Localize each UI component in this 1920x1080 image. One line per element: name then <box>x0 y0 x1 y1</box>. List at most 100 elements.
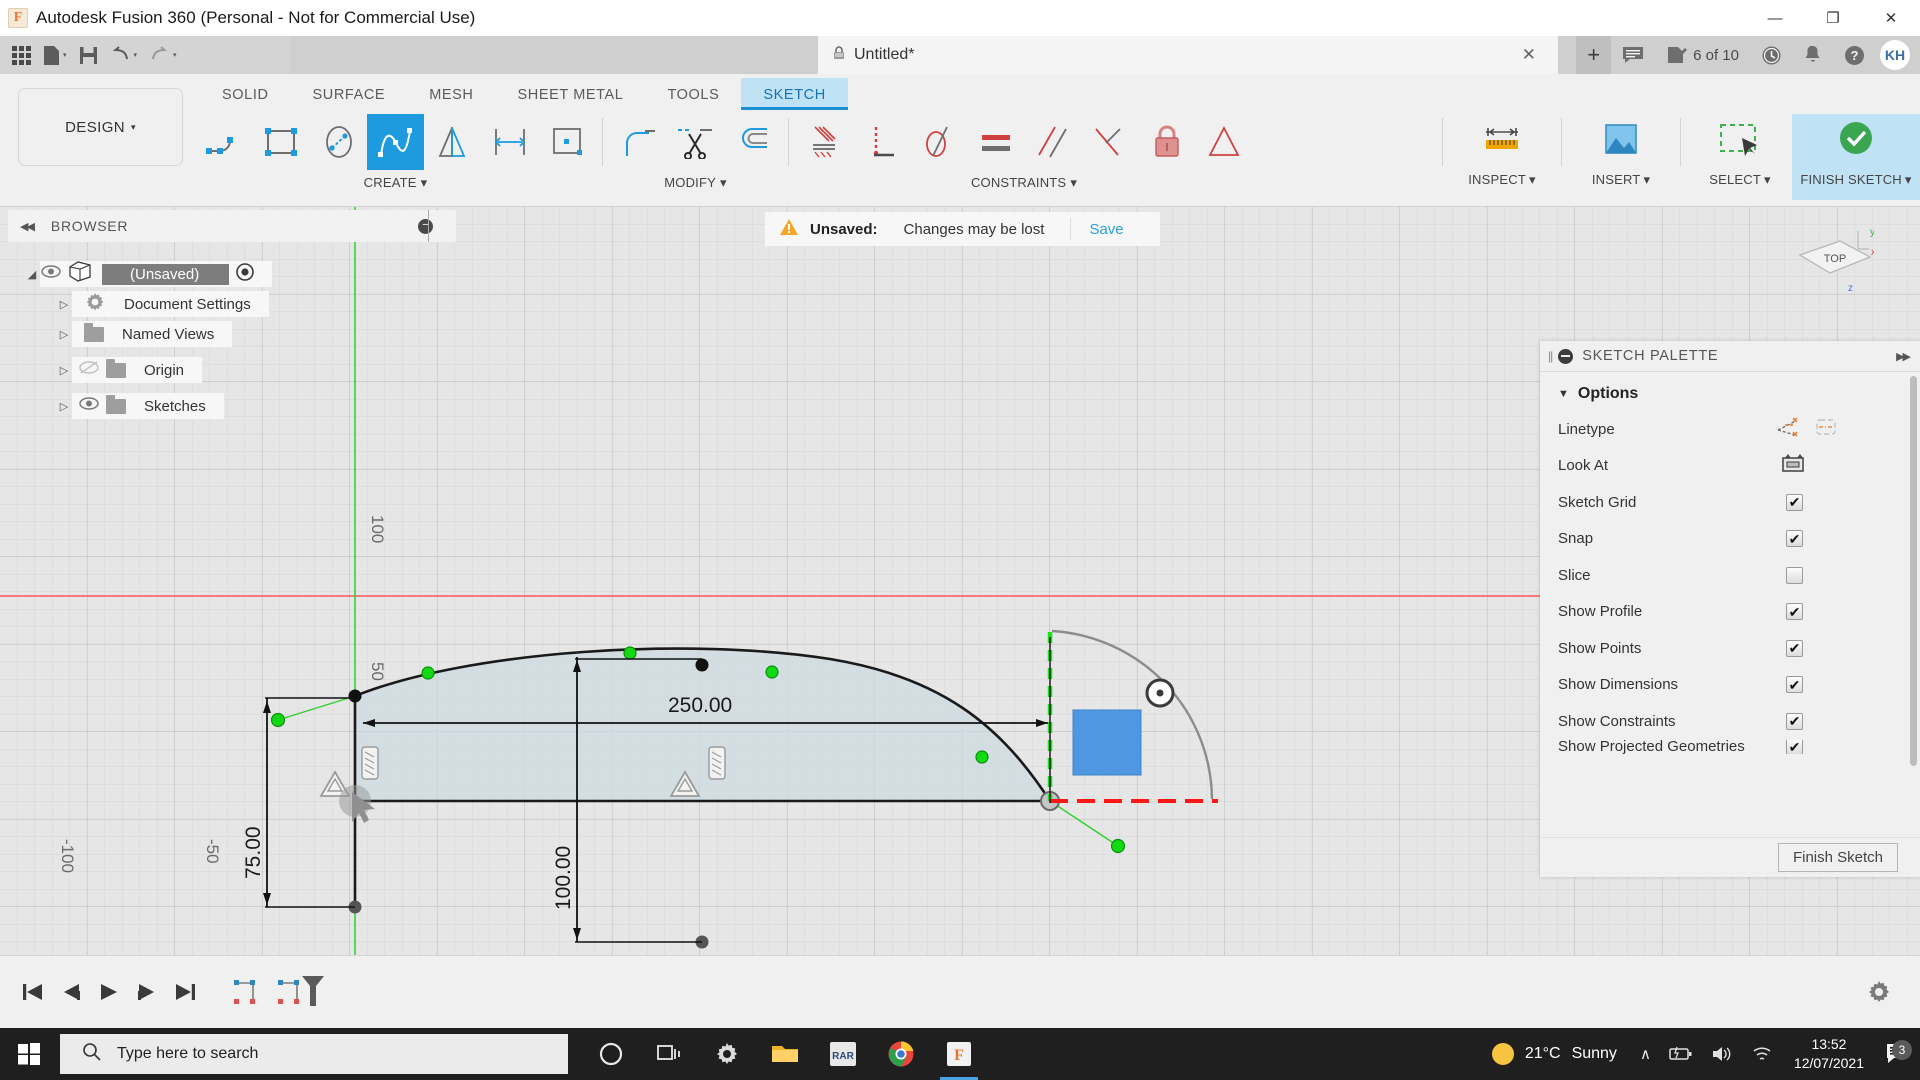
fillet-icon[interactable] <box>610 114 667 170</box>
chevron-down-icon[interactable]: ▾ <box>173 51 177 59</box>
weather-widget[interactable]: 21°C Sunny <box>1478 1043 1631 1065</box>
expand-triangle-icon[interactable]: ▷ <box>56 298 72 311</box>
show-profile-checkbox[interactable]: ✔ <box>1786 603 1803 621</box>
palette-row-show-dimensions[interactable]: Show Dimensions ✔ <box>1540 667 1920 704</box>
finish-sketch-button[interactable]: FINISH SKETCH ▾ <box>1792 114 1920 200</box>
show-projected-geometries-checkbox[interactable]: ✔ <box>1786 739 1803 754</box>
visibility-eye-icon[interactable] <box>40 265 62 283</box>
comment-icon[interactable] <box>1611 36 1655 74</box>
fix-lock-constraint-icon[interactable] <box>1138 114 1195 170</box>
palette-row-sketch-grid[interactable]: Sketch Grid ✔ <box>1540 484 1920 521</box>
show-hidden-icons-chevron[interactable]: ∧ <box>1631 1045 1660 1063</box>
close-button[interactable]: ✕ <box>1862 0 1920 36</box>
palette-row-show-constraints[interactable]: Show Constraints ✔ <box>1540 703 1920 740</box>
fusion360-icon[interactable]: F <box>930 1028 988 1080</box>
tab-sheet-metal[interactable]: SHEET METAL <box>496 78 646 110</box>
volume-icon[interactable] <box>1702 1045 1742 1063</box>
offset-icon[interactable] <box>724 114 781 170</box>
expand-arrows-icon[interactable]: ▶▶ <box>1896 350 1911 363</box>
chrome-icon[interactable] <box>872 1028 930 1080</box>
centerline-icon[interactable] <box>1814 416 1838 443</box>
sketch-spline-icon[interactable] <box>367 114 424 170</box>
winrar-icon[interactable]: RAR <box>814 1028 872 1080</box>
insert-button[interactable]: INSERT ▾ <box>1569 114 1673 188</box>
trim-scissors-icon[interactable] <box>667 114 724 170</box>
add-tab-button[interactable]: + <box>1576 36 1612 74</box>
chevron-down-icon[interactable]: ▾ <box>134 51 138 59</box>
workspace-switcher[interactable]: DESIGN ▾ <box>18 88 183 166</box>
sketch-grid-checkbox[interactable]: ✔ <box>1786 493 1803 511</box>
palette-row-slice[interactable]: Slice <box>1540 557 1920 594</box>
notification-center-icon[interactable]: 3 <box>1876 1040 1920 1066</box>
tangent-constraint-icon[interactable] <box>910 114 967 170</box>
maximize-button[interactable]: ❐ <box>1804 0 1862 36</box>
new-document-icon[interactable]: ▾ <box>37 39 73 71</box>
clock-icon[interactable] <box>1750 36 1793 74</box>
show-constraints-checkbox[interactable]: ✔ <box>1786 712 1803 730</box>
visibility-eye-icon[interactable] <box>78 397 100 415</box>
sketch-rectangle-icon[interactable] <box>253 114 310 170</box>
collapse-arrows-icon[interactable]: ◀◀ <box>20 220 35 233</box>
perpendicular-constraint-icon[interactable] <box>853 114 910 170</box>
help-icon[interactable]: ? <box>1833 36 1876 74</box>
bell-icon[interactable] <box>1793 36 1833 74</box>
drag-grip-icon[interactable]: || <box>1548 349 1553 363</box>
options-section-header[interactable]: ▼ Options <box>1540 372 1920 411</box>
sketch-mirror-icon[interactable] <box>424 114 481 170</box>
timeline-settings-gear-icon[interactable] <box>1860 970 1898 1014</box>
timeline-marker-icon[interactable] <box>296 970 330 1014</box>
coincident-constraint-icon[interactable] <box>796 114 853 170</box>
construction-line-icon[interactable] <box>1775 416 1801 443</box>
slice-checkbox[interactable] <box>1786 566 1803 584</box>
chevron-down-icon[interactable]: ▼ <box>1558 388 1569 400</box>
tab-solid[interactable]: SOLID <box>200 78 291 110</box>
curvature-constraint-icon[interactable] <box>1195 114 1252 170</box>
step-forward-icon[interactable] <box>128 970 166 1014</box>
taskbar-clock[interactable]: 13:52 12/07/2021 <box>1782 1035 1876 1073</box>
settings-gear-icon[interactable] <box>698 1028 756 1080</box>
expand-triangle-icon[interactable]: ▷ <box>56 364 72 377</box>
equal-constraint-icon[interactable] <box>967 114 1024 170</box>
wifi-icon[interactable] <box>1742 1045 1782 1063</box>
palette-row-snap[interactable]: Snap ✔ <box>1540 521 1920 558</box>
palette-row-show-points[interactable]: Show Points ✔ <box>1540 630 1920 667</box>
palette-row-show-profile[interactable]: Show Profile ✔ <box>1540 594 1920 631</box>
inspect-button[interactable]: INSPECT ▾ <box>1450 114 1554 188</box>
expand-triangle-icon[interactable]: ◢ <box>24 268 40 281</box>
browser-item-sketches[interactable]: ▷ Sketches <box>56 391 224 421</box>
sketch-palette-header[interactable]: || SKETCH PALETTE ▶▶ <box>1540 341 1920 372</box>
chevron-down-icon[interactable]: ▾ <box>63 51 67 59</box>
sketch-point-icon[interactable] <box>538 114 595 170</box>
browser-item-document-settings[interactable]: ▷ Document Settings <box>56 289 269 319</box>
look-at-camera-icon[interactable] <box>1780 452 1806 479</box>
symmetry-constraint-icon[interactable] <box>1081 114 1138 170</box>
palette-row-look-at[interactable]: Look At <box>1540 448 1920 485</box>
select-button[interactable]: SELECT ▾ <box>1688 114 1792 188</box>
skip-to-start-icon[interactable] <box>14 970 52 1014</box>
minimize-button[interactable]: — <box>1746 0 1804 36</box>
sketch-arc-icon[interactable] <box>196 114 253 170</box>
sketch-ellipse-icon[interactable] <box>310 114 367 170</box>
activate-radio-icon[interactable] <box>236 262 255 286</box>
battery-icon[interactable] <box>1660 1046 1702 1062</box>
browser-collapse-button[interactable]: − <box>418 219 433 234</box>
palette-row-linetype[interactable]: Linetype <box>1540 411 1920 448</box>
redo-icon[interactable]: ▾ <box>143 39 183 71</box>
windows-start-icon[interactable] <box>0 1028 58 1080</box>
tab-sketch[interactable]: SKETCH <box>741 78 848 110</box>
browser-item-named-views[interactable]: ▷ Named Views <box>56 319 233 349</box>
sketch-palette-scrollbar[interactable] <box>1910 376 1917 806</box>
play-icon[interactable] <box>90 970 128 1014</box>
browser-item-origin[interactable]: ▷ Origin <box>56 355 203 385</box>
finish-sketch-palette-button[interactable]: Finish Sketch <box>1777 843 1898 872</box>
collapse-icon[interactable] <box>1558 348 1574 364</box>
palette-row-show-projected-geometries[interactable]: Show Projected Geometries ✔ <box>1540 739 1920 754</box>
expand-triangle-icon[interactable]: ▷ <box>56 400 72 413</box>
app-grid-icon[interactable] <box>6 39 37 71</box>
document-tab[interactable]: Untitled* ✕ <box>818 36 1558 74</box>
tab-mesh[interactable]: MESH <box>407 78 495 110</box>
skip-to-end-icon[interactable] <box>166 970 204 1014</box>
constraint-glyph-vertical[interactable] <box>361 746 379 780</box>
tab-surface[interactable]: SURFACE <box>291 78 408 110</box>
show-dimensions-checkbox[interactable]: ✔ <box>1786 676 1803 694</box>
